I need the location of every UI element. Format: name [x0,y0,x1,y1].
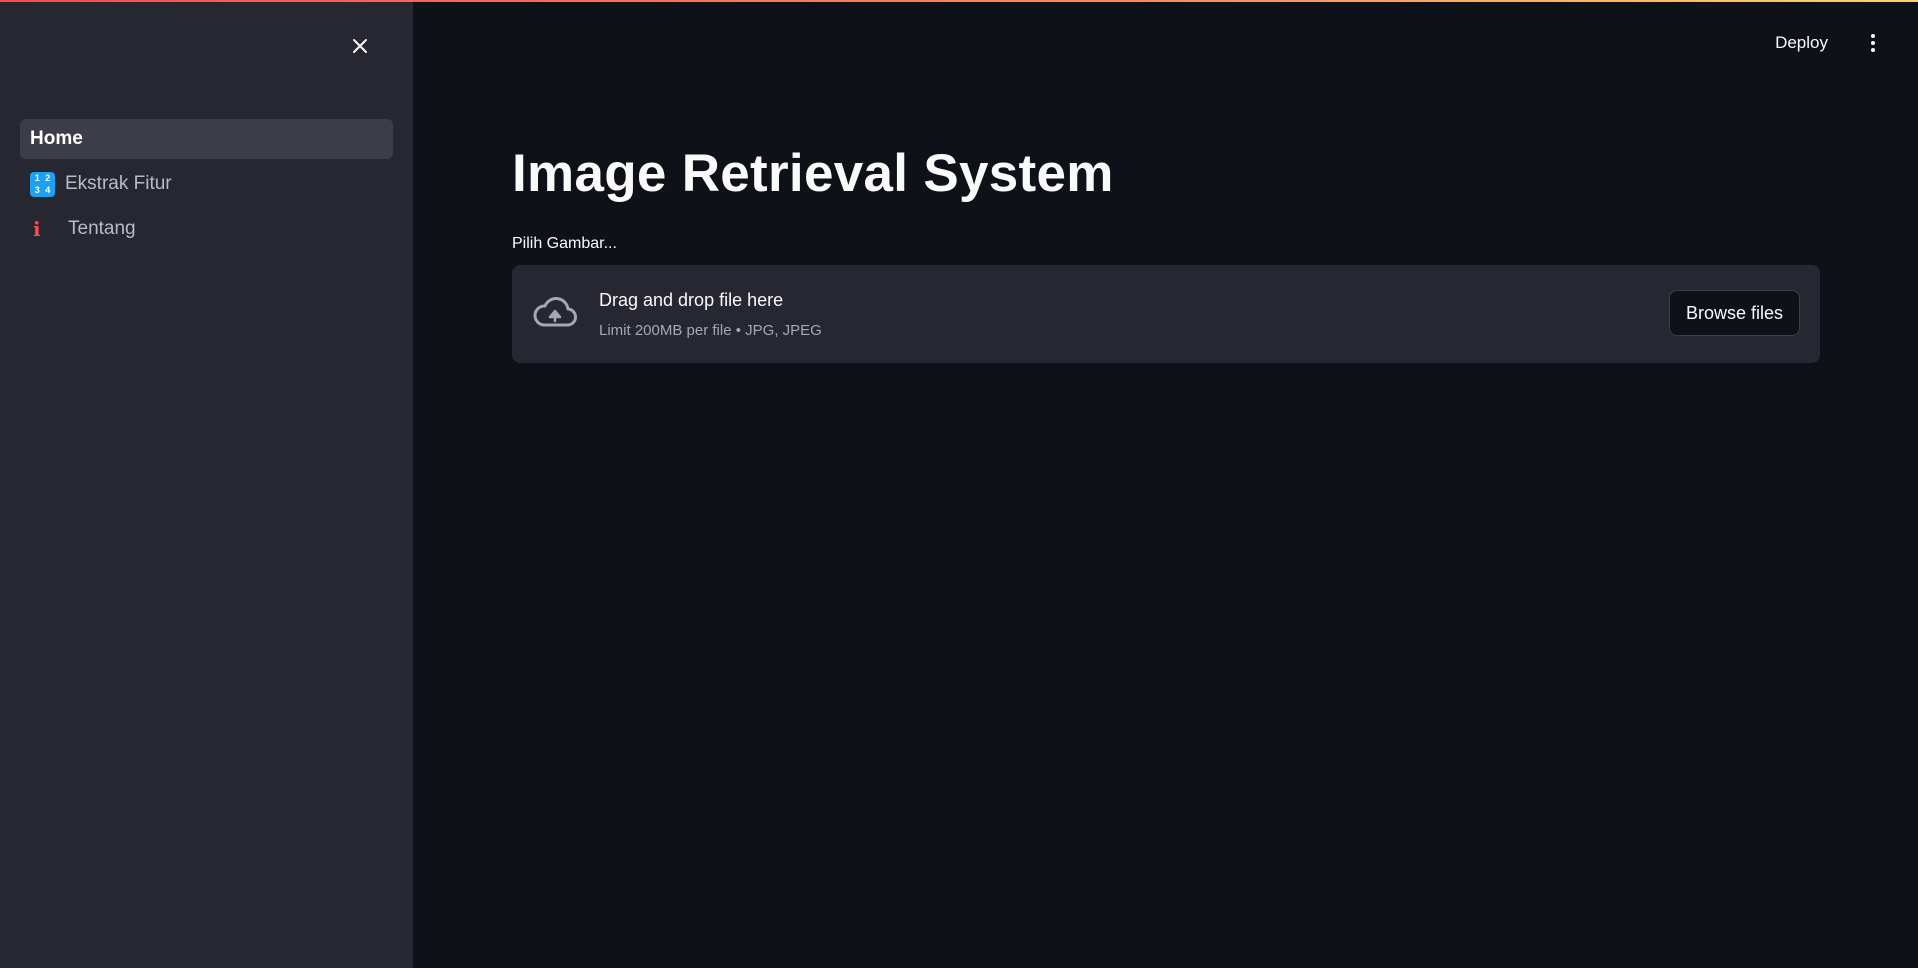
sidebar-item-home[interactable]: Home [20,119,393,159]
sidebar-item-label: Tentang [68,218,136,239]
sidebar-nav: Home 1 2 3 4 Ekstrak Fitur i Tentang [20,119,393,254]
sidebar-item-label: Home [30,128,83,149]
file-dropzone[interactable]: Drag and drop file here Limit 200MB per … [512,265,1820,363]
close-sidebar-button[interactable] [346,32,374,60]
sidebar-item-ekstrak-fitur[interactable]: 1 2 3 4 Ekstrak Fitur [20,164,393,204]
more-vertical-icon [1871,34,1875,38]
info-icon: i [33,217,41,241]
close-icon [353,39,367,53]
cloud-upload-icon [533,297,577,327]
dropzone-limit-text: Limit 200MB per file • JPG, JPEG [599,322,822,339]
input-numbers-icon: 1 2 3 4 [30,171,55,197]
header-actions: Deploy [1767,28,1888,58]
sidebar-item-label: Ekstrak Fitur [65,173,172,194]
file-uploader-label: Pilih Gambar... [512,235,617,252]
sidebar: Home 1 2 3 4 Ekstrak Fitur i Tentang [0,0,413,968]
deploy-button[interactable]: Deploy [1767,29,1836,57]
top-decoration-bar [0,0,1918,2]
page-title: Image Retrieval System [512,144,1114,203]
browse-files-button[interactable]: Browse files [1669,290,1800,336]
sidebar-item-tentang[interactable]: i Tentang [20,209,393,249]
dropzone-title: Drag and drop file here [599,290,784,310]
main-menu-button[interactable] [1858,28,1888,58]
